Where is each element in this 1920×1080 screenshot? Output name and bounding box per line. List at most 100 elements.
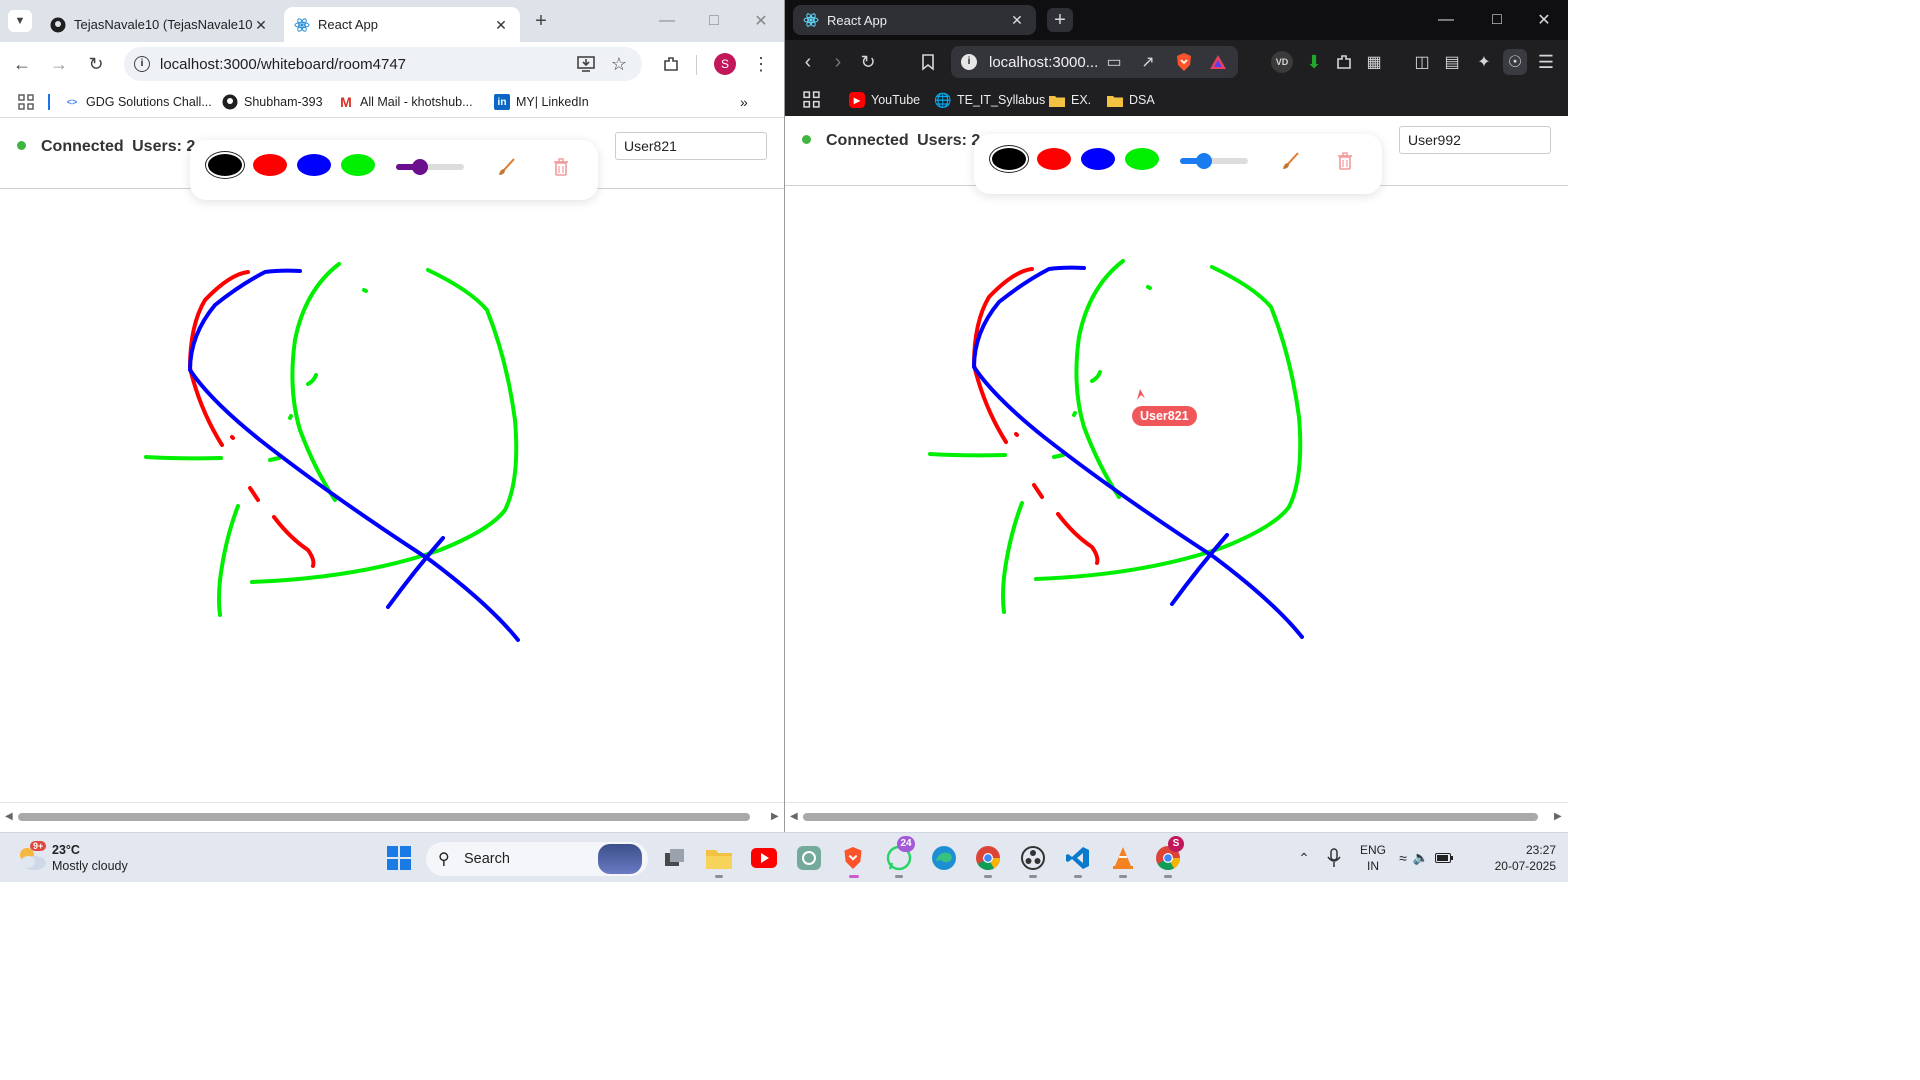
bookmark-folder-ex[interactable]: EX. bbox=[1049, 92, 1091, 108]
close-window-icon[interactable]: ✕ bbox=[1533, 9, 1555, 31]
bookmark-te-it-syllabus[interactable]: 🌐 TE_IT_Syllabus bbox=[934, 92, 1045, 108]
bookmark-github[interactable]: Shubham-393 bbox=[222, 94, 323, 110]
scroll-right-icon[interactable]: ▶ bbox=[1554, 811, 1562, 822]
bookmark-gmail[interactable]: M All Mail - khotshub... bbox=[338, 94, 472, 110]
color-swatch-red[interactable] bbox=[1037, 148, 1071, 170]
scroll-left-icon[interactable]: ◀ bbox=[790, 811, 798, 822]
show-hidden-icons-chevron-icon[interactable]: ⌃ bbox=[1288, 842, 1320, 874]
tab-react-app[interactable]: React App ✕ bbox=[793, 5, 1036, 35]
weather-widget[interactable]: 9+ 23°C Mostly cloudy bbox=[16, 840, 156, 878]
sidebar-icon[interactable]: ◫ bbox=[1411, 51, 1433, 73]
color-swatch-blue[interactable] bbox=[1081, 148, 1115, 170]
horizontal-scrollbar[interactable]: ◀ ▶ bbox=[0, 802, 784, 832]
color-swatch-blue[interactable] bbox=[297, 154, 331, 176]
share-icon[interactable]: ↗ bbox=[1137, 51, 1159, 73]
vpn-extension-icon[interactable]: VD bbox=[1271, 51, 1293, 73]
color-swatch-black[interactable] bbox=[992, 148, 1026, 170]
tab-search-chevron-icon[interactable]: ▼ bbox=[8, 10, 32, 32]
microphone-icon[interactable] bbox=[1318, 842, 1350, 874]
brave-browser-icon[interactable] bbox=[837, 842, 869, 874]
tab-react-app[interactable]: React App ✕ bbox=[284, 7, 520, 42]
scrollbar-thumb[interactable] bbox=[803, 813, 1538, 821]
apps-grid-icon[interactable] bbox=[18, 94, 34, 110]
system-tray-status[interactable]: ≈ 🔈 bbox=[1396, 842, 1456, 874]
brave-rewards-icon[interactable] bbox=[1207, 51, 1229, 73]
new-tab-icon[interactable]: + bbox=[530, 10, 552, 32]
task-view-icon[interactable] bbox=[659, 842, 691, 874]
brave-shields-icon[interactable] bbox=[1173, 50, 1195, 74]
site-info-icon[interactable]: i bbox=[961, 54, 977, 70]
edge-icon[interactable] bbox=[928, 842, 960, 874]
install-app-icon[interactable] bbox=[575, 53, 597, 75]
minimize-icon[interactable]: — bbox=[656, 10, 678, 32]
screenshot-icon[interactable]: ▦ bbox=[1363, 51, 1385, 73]
forward-icon[interactable]: › bbox=[827, 51, 849, 73]
horizontal-scrollbar[interactable]: ◀ ▶ bbox=[785, 802, 1568, 832]
close-tab-icon[interactable]: ✕ bbox=[252, 16, 270, 34]
close-window-icon[interactable]: ✕ bbox=[750, 10, 772, 32]
brush-size-slider[interactable] bbox=[396, 159, 464, 175]
profile-avatar[interactable]: S bbox=[714, 53, 736, 75]
vlc-icon[interactable] bbox=[1107, 842, 1139, 874]
extensions-icon[interactable] bbox=[1333, 51, 1355, 73]
tab-github[interactable]: TejasNavale10 (TejasNavale10) · ✕ bbox=[40, 7, 280, 42]
slider-thumb[interactable] bbox=[1195, 153, 1212, 169]
scrollbar-thumb[interactable] bbox=[18, 813, 750, 821]
username-input[interactable] bbox=[615, 132, 767, 160]
bookmark-folder-dsa[interactable]: DSA bbox=[1107, 92, 1155, 108]
menu-kebab-icon[interactable]: ⋮ bbox=[750, 53, 772, 75]
reload-icon[interactable]: ↻ bbox=[857, 51, 879, 73]
obs-icon[interactable] bbox=[1017, 842, 1049, 874]
chrome-icon[interactable] bbox=[972, 842, 1004, 874]
chatgpt-icon[interactable] bbox=[793, 842, 825, 874]
brush-icon[interactable] bbox=[1279, 150, 1301, 172]
minimize-icon[interactable]: — bbox=[1435, 9, 1457, 31]
brush-size-slider[interactable] bbox=[1180, 153, 1248, 169]
scroll-left-icon[interactable]: ◀ bbox=[5, 811, 13, 822]
color-swatch-black[interactable] bbox=[208, 154, 242, 176]
vpn-shield-icon[interactable]: ☉ bbox=[1503, 49, 1527, 75]
youtube-app-icon[interactable] bbox=[748, 842, 780, 874]
vscode-icon[interactable] bbox=[1062, 842, 1094, 874]
brush-icon[interactable] bbox=[495, 156, 517, 178]
extensions-icon[interactable] bbox=[660, 53, 682, 75]
start-windows-icon[interactable] bbox=[383, 842, 415, 874]
bookmark-youtube[interactable]: ▶ YouTube bbox=[849, 92, 920, 108]
apps-grid-icon[interactable] bbox=[803, 91, 820, 108]
taskbar-search[interactable]: ⚲ Search bbox=[426, 842, 648, 876]
trash-icon[interactable] bbox=[1334, 150, 1356, 172]
more-bookmarks-icon[interactable]: » bbox=[740, 94, 748, 110]
new-tab-icon[interactable]: + bbox=[1047, 8, 1073, 32]
close-tab-icon[interactable]: ✕ bbox=[1008, 11, 1026, 29]
maximize-icon[interactable]: □ bbox=[1486, 9, 1508, 31]
maximize-icon[interactable]: □ bbox=[703, 10, 725, 32]
download-arrow-icon[interactable]: ⬇ bbox=[1303, 51, 1325, 73]
menu-hamburger-icon[interactable]: ☰ bbox=[1535, 51, 1557, 73]
bookmark-icon[interactable] bbox=[917, 51, 939, 73]
address-bar[interactable]: i localhost:3000/whiteboard/room4747 bbox=[124, 47, 642, 81]
site-info-icon[interactable]: i bbox=[134, 56, 150, 72]
color-swatch-green[interactable] bbox=[1125, 148, 1159, 170]
file-explorer-icon[interactable] bbox=[703, 842, 735, 874]
close-tab-icon[interactable]: ✕ bbox=[492, 16, 510, 34]
color-swatch-green[interactable] bbox=[341, 154, 375, 176]
slider-thumb[interactable] bbox=[411, 159, 428, 175]
leo-ai-icon[interactable]: ✦ bbox=[1473, 51, 1495, 73]
language-indicator[interactable]: ENG IN bbox=[1356, 842, 1390, 874]
color-swatch-red[interactable] bbox=[253, 154, 287, 176]
forward-icon[interactable]: → bbox=[47, 53, 71, 75]
bookmark-linkedin[interactable]: in MY| LinkedIn bbox=[494, 94, 589, 110]
wallet-icon[interactable]: ▤ bbox=[1441, 51, 1463, 73]
drawing-canvas[interactable] bbox=[0, 189, 784, 798]
scroll-right-icon[interactable]: ▶ bbox=[771, 811, 779, 822]
trash-icon[interactable] bbox=[550, 156, 572, 178]
bookmark-gdg[interactable]: <> GDG Solutions Chall... bbox=[64, 94, 212, 110]
clock[interactable]: 23:27 20-07-2025 bbox=[1478, 842, 1556, 874]
drawing-canvas[interactable] bbox=[785, 186, 1568, 796]
bookmark-star-icon[interactable]: ☆ bbox=[608, 53, 630, 75]
username-input[interactable] bbox=[1399, 126, 1551, 154]
back-icon[interactable]: ← bbox=[10, 53, 34, 75]
cast-icon[interactable]: ▭ bbox=[1103, 51, 1125, 73]
reload-icon[interactable]: ↻ bbox=[84, 53, 108, 75]
back-icon[interactable]: ‹ bbox=[797, 51, 819, 73]
